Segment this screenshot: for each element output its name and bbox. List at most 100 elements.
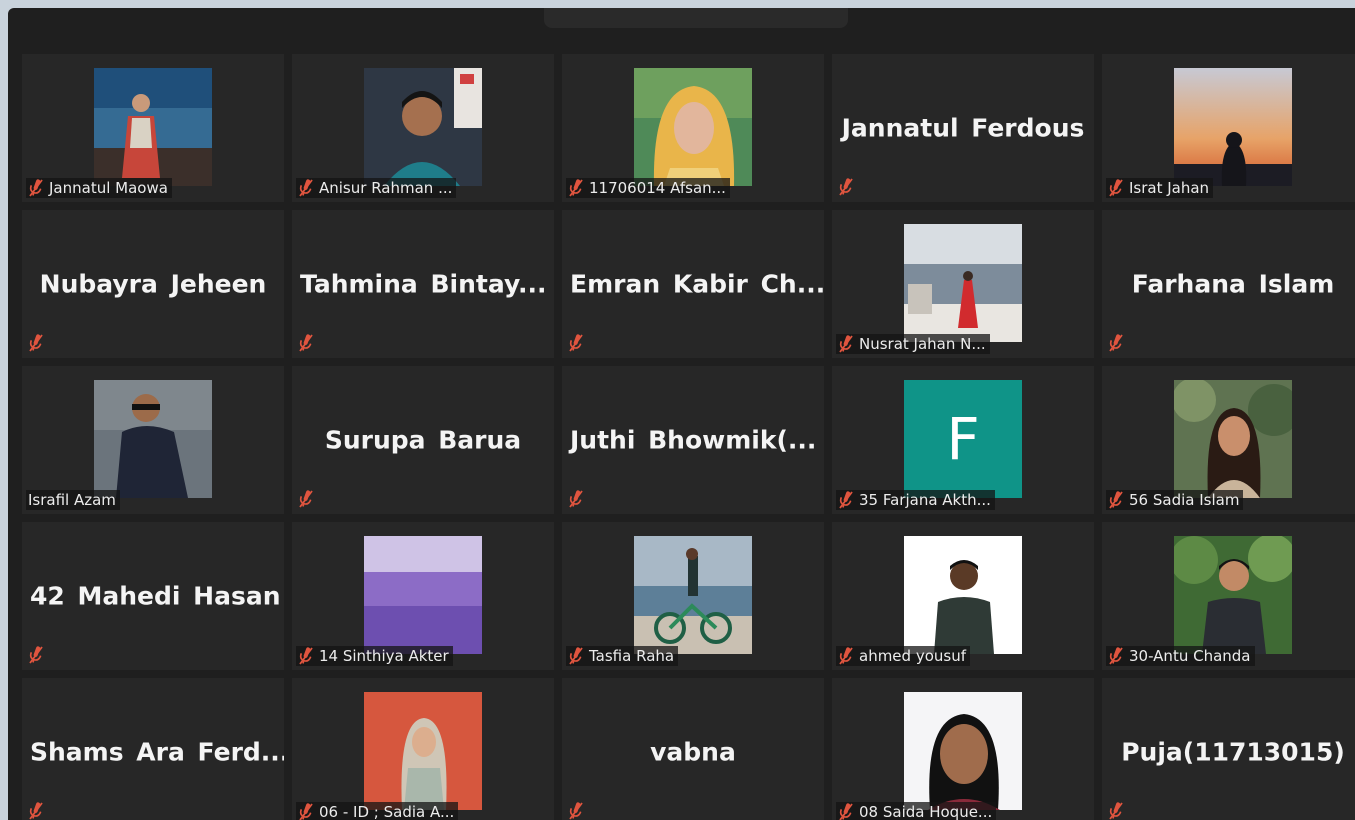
participant-name: Farhana Islam xyxy=(1131,269,1335,299)
participant-label-text: 56 Sadia Islam xyxy=(1129,491,1240,509)
participant-label-text: 11706014 Afsan... xyxy=(589,179,726,197)
participant-label: 56 Sadia Islam xyxy=(1106,490,1244,510)
participant-tile[interactable]: Jannatul Maowa xyxy=(22,54,284,202)
participant-label: Anisur Rahman ... xyxy=(296,178,457,198)
top-bar-tab[interactable] xyxy=(544,8,848,28)
participant-tile[interactable]: Israfil Azam xyxy=(22,366,284,514)
participant-photo xyxy=(94,68,212,186)
muted-mic-icon xyxy=(568,179,584,197)
participant-tile[interactable]: Shams Ara Ferd... xyxy=(22,678,284,820)
participant-label-text: Nusrat Jahan N... xyxy=(859,335,986,353)
muted-mic-icon xyxy=(298,647,314,665)
participant-tile[interactable]: Surupa Barua xyxy=(292,366,554,514)
participant-tile[interactable]: Jannatul Ferdous xyxy=(832,54,1094,202)
meeting-window: Jannatul Maowa Anisur Rahman ... 1170601… xyxy=(8,8,1355,820)
participant-label: Tasfia Raha xyxy=(566,646,679,666)
participant-photo xyxy=(364,536,482,654)
muted-mic-icon xyxy=(568,490,584,508)
participant-label: Jannatul Maowa xyxy=(26,178,172,198)
participant-tile[interactable]: 30-Antu Chanda xyxy=(1102,522,1355,670)
participant-photo xyxy=(1174,380,1292,498)
participant-tile[interactable]: Farhana Islam xyxy=(1102,210,1355,358)
participant-photo xyxy=(904,224,1022,342)
letter-avatar: F xyxy=(904,380,1022,498)
muted-mic-icon xyxy=(838,178,854,196)
participant-tile[interactable]: 06 - ID ; Sadia A... xyxy=(292,678,554,820)
participant-label-text: 08 Saida Hoque... xyxy=(859,803,993,820)
muted-mic-icon xyxy=(298,179,314,197)
muted-mic-icon xyxy=(838,647,854,665)
participant-label-text: 06 - ID ; Sadia A... xyxy=(319,803,455,820)
participant-name: Nubayra Jeheen xyxy=(39,269,267,299)
participant-label-text: ahmed yousuf xyxy=(859,647,966,665)
participant-photo xyxy=(634,68,752,186)
participant-label-text: Tasfia Raha xyxy=(589,647,675,665)
muted-mic-icon xyxy=(1108,491,1124,509)
participant-tile[interactable]: vabna xyxy=(562,678,824,820)
participant-tile[interactable]: F 35 Farjana Akth... xyxy=(832,366,1094,514)
participant-photo xyxy=(94,380,212,498)
participant-label: 30-Antu Chanda xyxy=(1106,646,1255,666)
participant-name: Jannatul Ferdous xyxy=(841,113,1085,143)
participant-tile[interactable]: 42 Mahedi Hasan xyxy=(22,522,284,670)
muted-mic-icon xyxy=(28,646,44,664)
muted-mic-icon xyxy=(1108,179,1124,197)
participant-tile[interactable]: ahmed yousuf xyxy=(832,522,1094,670)
participant-name: Juthi Bhowmik(... xyxy=(570,425,817,455)
participant-tile[interactable]: 11706014 Afsan... xyxy=(562,54,824,202)
participant-tile[interactable]: Juthi Bhowmik(... xyxy=(562,366,824,514)
participant-photo xyxy=(904,536,1022,654)
muted-mic-icon xyxy=(28,334,44,352)
participant-tile[interactable]: Nusrat Jahan N... xyxy=(832,210,1094,358)
participant-tile[interactable]: Nubayra Jeheen xyxy=(22,210,284,358)
participant-label-text: Israt Jahan xyxy=(1129,179,1210,197)
participant-label: Nusrat Jahan N... xyxy=(836,334,990,354)
participant-label: 06 - ID ; Sadia A... xyxy=(296,802,459,820)
participant-name: Puja(11713015) xyxy=(1121,737,1345,767)
muted-mic-icon xyxy=(838,491,854,509)
participant-label: 35 Farjana Akth... xyxy=(836,490,995,510)
muted-mic-icon xyxy=(298,334,314,352)
participant-tile[interactable]: Tasfia Raha xyxy=(562,522,824,670)
participant-name: Shams Ara Ferd... xyxy=(30,737,284,767)
participant-label-text: Jannatul Maowa xyxy=(49,179,168,197)
muted-mic-icon xyxy=(568,802,584,820)
participant-name: Surupa Barua xyxy=(324,425,522,455)
muted-mic-icon xyxy=(298,803,314,820)
participant-photo xyxy=(364,692,482,810)
participant-tile[interactable]: 08 Saida Hoque... xyxy=(832,678,1094,820)
participant-photo xyxy=(904,692,1022,810)
participant-tile[interactable]: Anisur Rahman ... xyxy=(292,54,554,202)
participant-photo xyxy=(1174,68,1292,186)
participant-label-text: 30-Antu Chanda xyxy=(1129,647,1251,665)
muted-mic-icon xyxy=(1108,802,1124,820)
muted-mic-icon xyxy=(568,647,584,665)
participant-photo xyxy=(1174,536,1292,654)
participant-label-text: 35 Farjana Akth... xyxy=(859,491,991,509)
muted-mic-icon xyxy=(28,802,44,820)
participant-label-text: Israfil Azam xyxy=(28,491,116,509)
muted-mic-icon xyxy=(838,803,854,820)
participant-label-text: 14 Sinthiya Akter xyxy=(319,647,449,665)
participant-label: 08 Saida Hoque... xyxy=(836,802,997,820)
participant-tile[interactable]: 14 Sinthiya Akter xyxy=(292,522,554,670)
participant-name: vabna xyxy=(650,737,736,767)
muted-mic-icon xyxy=(1108,334,1124,352)
participant-photo xyxy=(634,536,752,654)
participant-tile[interactable]: 56 Sadia Islam xyxy=(1102,366,1355,514)
participant-name: 42 Mahedi Hasan xyxy=(30,581,281,611)
muted-mic-icon xyxy=(28,179,44,197)
participant-photo xyxy=(364,68,482,186)
muted-mic-icon xyxy=(1108,647,1124,665)
muted-mic-icon xyxy=(838,335,854,353)
participant-tile[interactable]: Israt Jahan xyxy=(1102,54,1355,202)
muted-mic-icon xyxy=(298,490,314,508)
participant-label: 14 Sinthiya Akter xyxy=(296,646,453,666)
participant-tile[interactable]: Tahmina Bintay... xyxy=(292,210,554,358)
participant-label: ahmed yousuf xyxy=(836,646,970,666)
participant-gallery: Jannatul Maowa Anisur Rahman ... 1170601… xyxy=(22,54,1355,820)
participant-tile[interactable]: Emran Kabir Ch... xyxy=(562,210,824,358)
participant-name: Emran Kabir Ch... xyxy=(570,269,824,299)
participant-name: Tahmina Bintay... xyxy=(300,269,547,299)
participant-tile[interactable]: Puja(11713015) xyxy=(1102,678,1355,820)
